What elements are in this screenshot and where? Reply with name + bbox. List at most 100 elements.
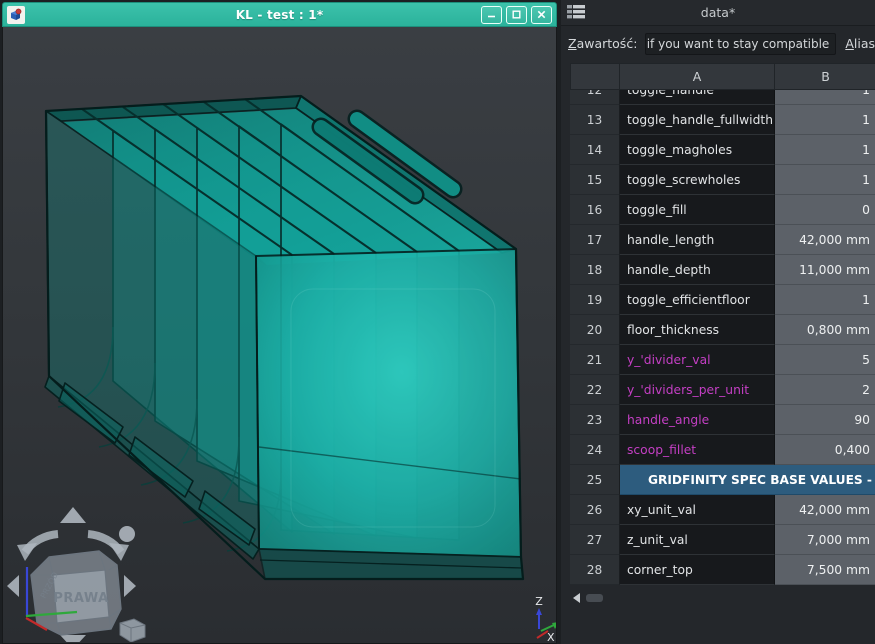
axis-indicator: Z Y X bbox=[535, 595, 556, 642]
cell-a-28[interactable]: corner_top bbox=[620, 555, 775, 585]
table-row: 15toggle_screwholes1 bbox=[570, 165, 875, 195]
cell-b-19[interactable]: 1 bbox=[775, 285, 875, 315]
nav-menu-dot bbox=[119, 526, 135, 542]
cell-a-21[interactable]: y_'divider_val bbox=[620, 345, 775, 375]
table-row: 27z_unit_val7,000 mm bbox=[570, 525, 875, 555]
minimize-button[interactable] bbox=[481, 6, 502, 24]
navcube-right-label[interactable]: PRAWA bbox=[53, 591, 108, 606]
table-row: 12toggle_handle1 bbox=[570, 90, 875, 105]
cell-content-input[interactable]: ge if you want to stay compatible bbox=[645, 33, 836, 55]
cell-a-17[interactable]: handle_length bbox=[620, 225, 775, 255]
spreadsheet-title: data* bbox=[561, 5, 875, 20]
cell-b-20[interactable]: 0,800 mm bbox=[775, 315, 875, 345]
table-row: 24scoop_fillet0,400 bbox=[570, 435, 875, 465]
nav-arrow-down bbox=[60, 635, 86, 642]
row-header-21[interactable]: 21 bbox=[570, 345, 620, 375]
table-row: 18handle_depth11,000 mm bbox=[570, 255, 875, 285]
nav-arrow-left bbox=[7, 575, 19, 597]
row-header-12[interactable]: 12 bbox=[570, 90, 620, 105]
row-header-13[interactable]: 13 bbox=[570, 105, 620, 135]
3d-view-titlebar[interactable]: KL - test : 1* bbox=[2, 2, 557, 27]
row-header-16[interactable]: 16 bbox=[570, 195, 620, 225]
3d-view-window: KL - test : 1* bbox=[2, 2, 557, 644]
cell-a-26[interactable]: xy_unit_val bbox=[620, 495, 775, 525]
gridfinity-model-render: PRAWA PRZÓD GÓRA bbox=[3, 27, 556, 642]
table-row: 26xy_unit_val42,000 mm bbox=[570, 495, 875, 525]
row-header-19[interactable]: 19 bbox=[570, 285, 620, 315]
section-title-cell[interactable]: GRIDFINITY SPEC BASE VALUES - Don't c bbox=[620, 465, 875, 495]
content-label: Zawartość: bbox=[568, 36, 637, 51]
row-header-18[interactable]: 18 bbox=[570, 255, 620, 285]
cell-b-14[interactable]: 1 bbox=[775, 135, 875, 165]
cell-a-12[interactable]: toggle_handle bbox=[620, 90, 775, 105]
isometric-view-cube[interactable] bbox=[120, 619, 145, 642]
cell-b-13[interactable]: 1 bbox=[775, 105, 875, 135]
cell-b-26[interactable]: 42,000 mm bbox=[775, 495, 875, 525]
cell-b-18[interactable]: 11,000 mm bbox=[775, 255, 875, 285]
table-row: 19toggle_efficientfloor1 bbox=[570, 285, 875, 315]
cell-b-28[interactable]: 7,500 mm bbox=[775, 555, 875, 585]
cell-a-19[interactable]: toggle_efficientfloor bbox=[620, 285, 775, 315]
axis-x-label: X bbox=[547, 631, 555, 642]
row-header-15[interactable]: 15 bbox=[570, 165, 620, 195]
cell-b-21[interactable]: 5 bbox=[775, 345, 875, 375]
row-header-27[interactable]: 27 bbox=[570, 525, 620, 555]
cell-a-20[interactable]: floor_thickness bbox=[620, 315, 775, 345]
3d-view-title: KL - test : 1* bbox=[3, 8, 556, 22]
row-header-22[interactable]: 22 bbox=[570, 375, 620, 405]
table-row: 22y_'dividers_per_unit2 bbox=[570, 375, 875, 405]
table-row: 23handle_angle90 bbox=[570, 405, 875, 435]
freecad-mdi-area: KL - test : 1* bbox=[0, 0, 875, 644]
horizontal-scrollbar[interactable] bbox=[573, 592, 863, 604]
cell-a-24[interactable]: scoop_fillet bbox=[620, 435, 775, 465]
column-header-a[interactable]: A bbox=[620, 63, 775, 90]
table-row: 13toggle_handle_fullwidth1 bbox=[570, 105, 875, 135]
row-header-20[interactable]: 20 bbox=[570, 315, 620, 345]
row-header-23[interactable]: 23 bbox=[570, 405, 620, 435]
column-header-b[interactable]: B bbox=[775, 63, 875, 90]
scroll-left-arrow-icon[interactable] bbox=[573, 593, 580, 603]
table-row: 16toggle_fill0 bbox=[570, 195, 875, 225]
row-header-14[interactable]: 14 bbox=[570, 135, 620, 165]
cell-b-27[interactable]: 7,000 mm bbox=[775, 525, 875, 555]
cell-a-14[interactable]: toggle_magholes bbox=[620, 135, 775, 165]
cell-a-27[interactable]: z_unit_val bbox=[620, 525, 775, 555]
cell-b-22[interactable]: 2 bbox=[775, 375, 875, 405]
table-row: 25GRIDFINITY SPEC BASE VALUES - Don't c bbox=[570, 465, 875, 495]
corner-header-cell[interactable] bbox=[570, 63, 620, 90]
spreadsheet-window: data* Zawartość: ge if you want to stay … bbox=[561, 0, 875, 644]
axis-z-label: Z bbox=[535, 595, 543, 608]
cell-b-15[interactable]: 1 bbox=[775, 165, 875, 195]
table-row: 17handle_length42,000 mm bbox=[570, 225, 875, 255]
freecad-document-icon bbox=[7, 6, 25, 24]
table-row: 28corner_top7,500 mm bbox=[570, 555, 875, 585]
3d-viewport[interactable]: PRAWA PRZÓD GÓRA bbox=[2, 27, 557, 644]
cell-a-13[interactable]: toggle_handle_fullwidth bbox=[620, 105, 775, 135]
cell-a-16[interactable]: toggle_fill bbox=[620, 195, 775, 225]
alias-label: Alias bbox=[845, 36, 875, 51]
spreadsheet-titlebar[interactable]: data* bbox=[561, 0, 875, 26]
row-header-17[interactable]: 17 bbox=[570, 225, 620, 255]
nav-arrow-up bbox=[60, 507, 86, 523]
spreadsheet-toolbar: Zawartość: ge if you want to stay compat… bbox=[561, 27, 875, 60]
table-row: 20floor_thickness0,800 mm bbox=[570, 315, 875, 345]
table-row: 14toggle_magholes1 bbox=[570, 135, 875, 165]
cell-a-15[interactable]: toggle_screwholes bbox=[620, 165, 775, 195]
gridfinity-bin bbox=[45, 96, 523, 579]
cell-a-22[interactable]: y_'dividers_per_unit bbox=[620, 375, 775, 405]
cell-b-24[interactable]: 0,400 bbox=[775, 435, 875, 465]
cell-b-16[interactable]: 0 bbox=[775, 195, 875, 225]
row-header-25[interactable]: 25 bbox=[570, 465, 620, 495]
cell-b-17[interactable]: 42,000 mm bbox=[775, 225, 875, 255]
cell-a-18[interactable]: handle_depth bbox=[620, 255, 775, 285]
cell-b-12[interactable]: 1 bbox=[775, 90, 875, 105]
row-header-24[interactable]: 24 bbox=[570, 435, 620, 465]
cell-a-23[interactable]: handle_angle bbox=[620, 405, 775, 435]
maximize-button[interactable] bbox=[506, 6, 527, 24]
nav-arrow-right bbox=[124, 575, 136, 597]
scrollbar-thumb[interactable] bbox=[586, 594, 603, 602]
cell-b-23[interactable]: 90 bbox=[775, 405, 875, 435]
row-header-26[interactable]: 26 bbox=[570, 495, 620, 525]
row-header-28[interactable]: 28 bbox=[570, 555, 620, 585]
close-button[interactable] bbox=[531, 6, 552, 24]
